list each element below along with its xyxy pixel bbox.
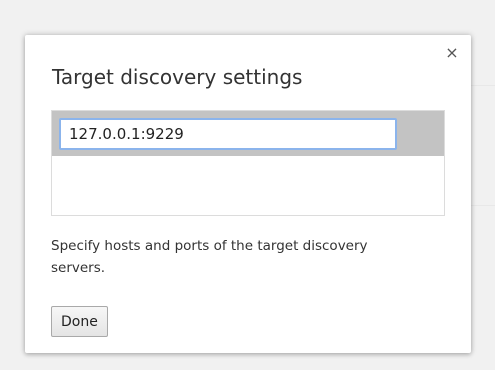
close-icon[interactable]: × xyxy=(444,45,460,61)
host-port-input[interactable] xyxy=(59,118,397,150)
list-item[interactable] xyxy=(52,111,444,156)
host-list xyxy=(51,110,445,216)
background-line xyxy=(471,205,495,206)
done-button[interactable]: Done xyxy=(51,306,108,337)
target-discovery-dialog: × Target discovery settings Specify host… xyxy=(25,35,471,353)
hint-text: Specify hosts and ports of the target di… xyxy=(51,238,368,276)
dialog-title: Target discovery settings xyxy=(52,65,303,89)
